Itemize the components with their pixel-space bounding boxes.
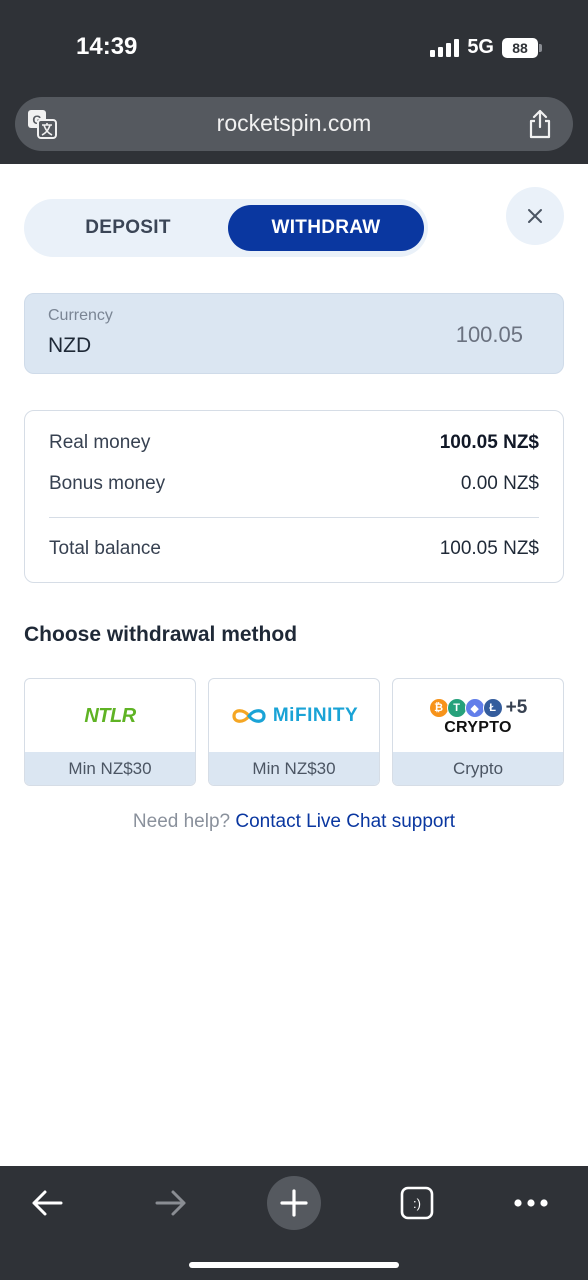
- bonus-money-value: 0.00 NZ$: [460, 473, 539, 494]
- share-icon[interactable]: [527, 109, 553, 139]
- more-coins-count: +5: [505, 697, 528, 718]
- mifinity-logo-text: MiFINITY: [272, 705, 359, 726]
- svg-text::): :): [413, 1196, 421, 1211]
- battery-icon: 88: [502, 37, 542, 58]
- more-icon: [514, 1199, 548, 1207]
- help-prefix: Need help?: [132, 811, 231, 832]
- deposit-withdraw-switch: DEPOSIT WITHDRAW: [24, 199, 428, 257]
- total-balance-row: Total balance 100.05 NZ$: [49, 538, 539, 560]
- divider: [49, 517, 539, 518]
- balance-card: Real money 100.05 NZ$ Bonus money 0.00 N…: [24, 410, 564, 583]
- ethereum-icon: ◆: [464, 698, 485, 718]
- tab-withdraw[interactable]: WITHDRAW: [228, 205, 424, 251]
- currency-amount: 100.05: [455, 322, 523, 347]
- signal-icon: [430, 38, 460, 57]
- close-button[interactable]: [506, 187, 564, 245]
- section-title: Choose withdrawal method: [24, 623, 298, 646]
- bonus-money-label: Bonus money: [49, 473, 166, 494]
- tab-switcher-button[interactable]: :): [390, 1176, 444, 1230]
- method-caption: Min NZ$30: [209, 752, 379, 785]
- method-caption: Crypto: [393, 752, 563, 785]
- litecoin-icon: Ł: [482, 698, 503, 718]
- back-button[interactable]: [20, 1176, 74, 1230]
- method-crypto[interactable]: ₿ T ◆ Ł +5 CRYPTO Crypto: [392, 678, 564, 786]
- new-tab-button[interactable]: [267, 1176, 321, 1230]
- ntlr-logo-text: NTLR: [84, 704, 136, 727]
- back-arrow-icon: [32, 1190, 63, 1216]
- tabs-icon: :): [400, 1186, 434, 1220]
- close-icon: [528, 209, 542, 223]
- address-bar[interactable]: G rocketspin.com: [15, 97, 573, 151]
- status-time: 14:39: [76, 33, 138, 60]
- currency-selector[interactable]: Currency NZD 100.05: [24, 293, 564, 374]
- browser-toolbar: :): [0, 1166, 588, 1280]
- infinity-icon: [232, 709, 266, 723]
- method-mifinity[interactable]: MiFINITY Min NZ$30: [208, 678, 380, 786]
- crypto-logo: ₿ T ◆ Ł +5 CRYPTO: [393, 679, 563, 753]
- url-text: rocketspin.com: [216, 110, 372, 136]
- status-indicators: 5G 88: [430, 36, 542, 59]
- live-chat-link[interactable]: Contact Live Chat support: [235, 811, 455, 832]
- currency-code: NZD: [48, 334, 92, 357]
- total-balance-value: 100.05 NZ$: [439, 538, 539, 559]
- crypto-logo-text: CRYPTO: [444, 719, 512, 736]
- more-button[interactable]: [504, 1176, 558, 1230]
- real-money-value: 100.05 NZ$: [439, 432, 539, 453]
- plus-icon: [280, 1189, 308, 1217]
- bonus-money-row: Bonus money 0.00 NZ$: [49, 473, 539, 495]
- crypto-coins: ₿ T ◆ Ł +5: [428, 697, 528, 719]
- browser-address-area: G rocketspin.com: [0, 92, 588, 164]
- mifinity-logo: MiFINITY: [209, 679, 379, 753]
- network-type: 5G: [467, 36, 494, 58]
- total-balance-label: Total balance: [49, 538, 161, 559]
- forward-arrow-icon: [155, 1190, 186, 1216]
- tether-icon: T: [446, 698, 467, 718]
- ntlr-logo: NTLR: [25, 679, 195, 753]
- real-money-label: Real money: [49, 432, 151, 453]
- method-ntlr[interactable]: NTLR Min NZ$30: [24, 678, 196, 786]
- method-caption: Min NZ$30: [25, 752, 195, 785]
- home-indicator: [189, 1262, 399, 1268]
- tab-deposit[interactable]: DEPOSIT: [30, 205, 226, 251]
- status-bar: 14:39 5G 88: [0, 0, 588, 92]
- forward-button[interactable]: [144, 1176, 198, 1230]
- help-text: Need help? Contact Live Chat support: [0, 811, 588, 833]
- real-money-row: Real money 100.05 NZ$: [49, 432, 539, 454]
- currency-label: Currency: [48, 307, 113, 324]
- bitcoin-icon: ₿: [428, 698, 449, 718]
